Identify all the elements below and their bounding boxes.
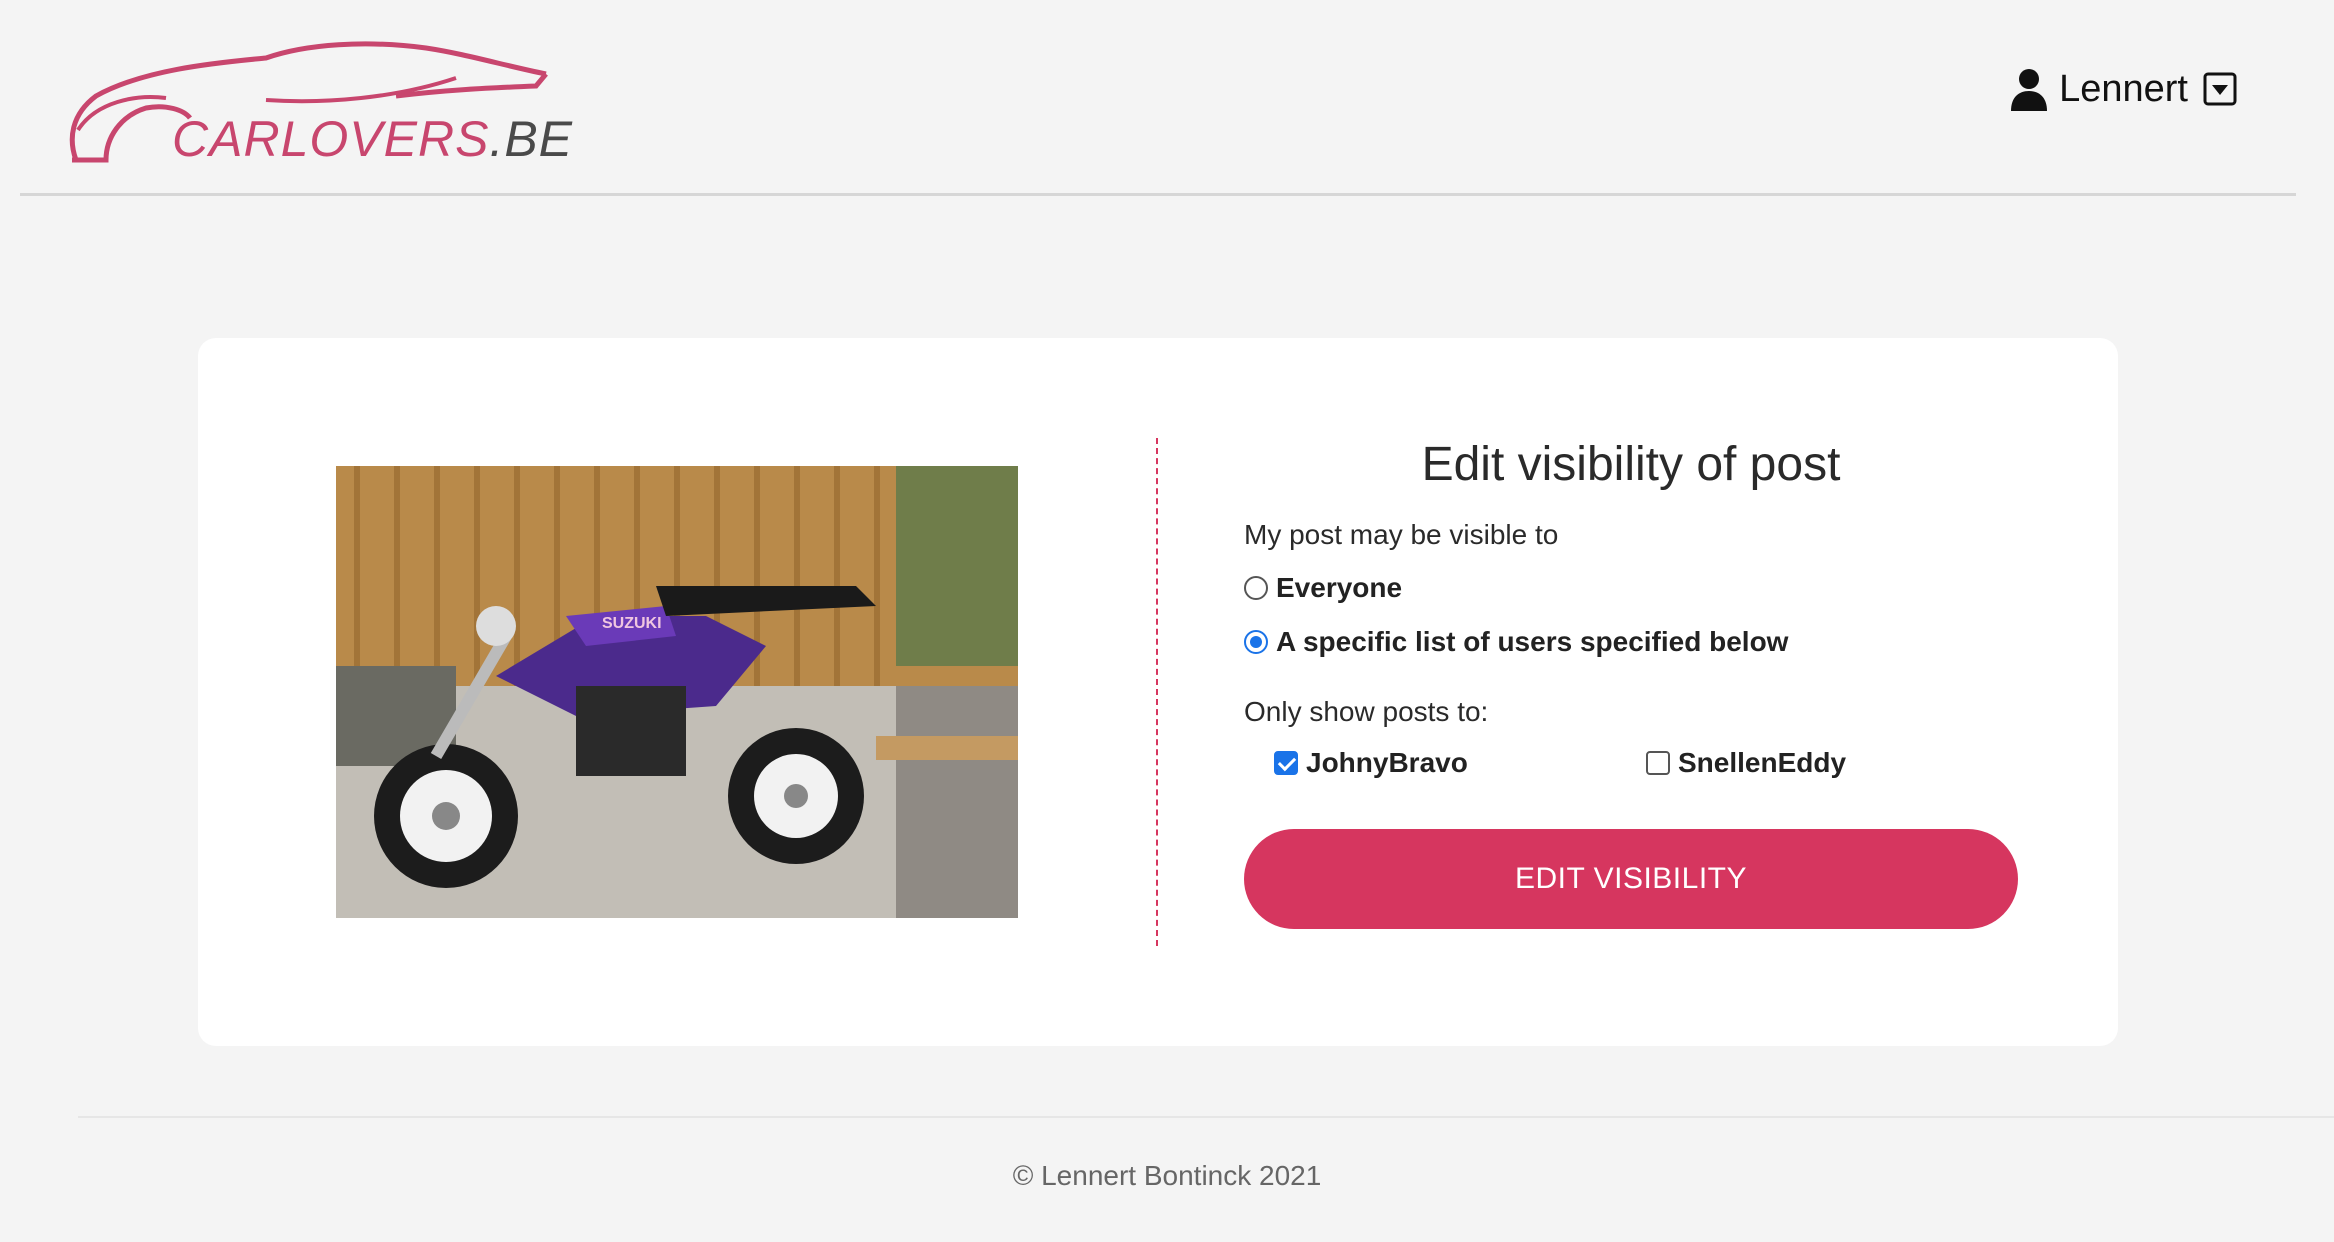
header-divider	[20, 193, 2296, 196]
user-option-johnybravo[interactable]: JohnyBravo	[1274, 747, 1646, 779]
dashed-divider	[1156, 438, 1158, 946]
checkbox-snelleneddy-label: SnellenEddy	[1678, 746, 1847, 778]
user-icon	[2011, 69, 2048, 111]
logo-tld: .BE	[489, 111, 574, 167]
visibility-label: My post may be visible to	[1244, 518, 1559, 550]
users-label: Only show posts to:	[1244, 696, 1489, 728]
tank-text: SUZUKI	[602, 615, 662, 632]
radio-everyone-label: Everyone	[1276, 572, 1403, 604]
checkbox-snelleneddy[interactable]	[1646, 750, 1670, 775]
radio-specific-users[interactable]	[1244, 630, 1268, 655]
site-logo[interactable]: CARLOVERS.BE	[66, 38, 572, 168]
radio-specific-users-label: A specific list of users specified below	[1276, 626, 1789, 658]
footer-divider	[78, 1116, 2334, 1118]
post-image: SUZUKI	[336, 466, 1018, 918]
radio-everyone[interactable]	[1244, 576, 1268, 601]
user-menu[interactable]: Lennert	[2009, 62, 2238, 116]
radio-option-specific-users[interactable]: A specific list of users specified below	[1244, 625, 2018, 659]
motorcycle-photo: SUZUKI	[336, 466, 1018, 918]
edit-visibility-button[interactable]: EDIT VISIBILITY	[1244, 828, 2018, 929]
site-header: CARLOVERS.BE Lennert	[0, 0, 2334, 195]
caret-down-box-icon[interactable]	[2202, 71, 2238, 107]
users-checkbox-list: JohnyBravo SnellenEddy	[1244, 747, 2018, 779]
edit-visibility-card: SUZUKI Edit visibility of post My post m…	[198, 338, 2118, 1046]
visibility-form: Edit visibility of post My post may be v…	[1244, 436, 2018, 929]
radio-option-everyone[interactable]: Everyone	[1244, 571, 2018, 605]
user-option-snelleneddy[interactable]: SnellenEddy	[1646, 747, 2018, 779]
checkbox-johnybravo[interactable]	[1274, 750, 1298, 775]
footer-copyright: © Lennert Bontinck 2021	[1012, 1160, 1322, 1191]
checkbox-johnybravo-label: JohnyBravo	[1306, 746, 1468, 778]
logo-brand: CARLOVERS	[172, 111, 490, 167]
form-title: Edit visibility of post	[1421, 438, 1841, 491]
user-name: Lennert	[2059, 68, 2188, 110]
